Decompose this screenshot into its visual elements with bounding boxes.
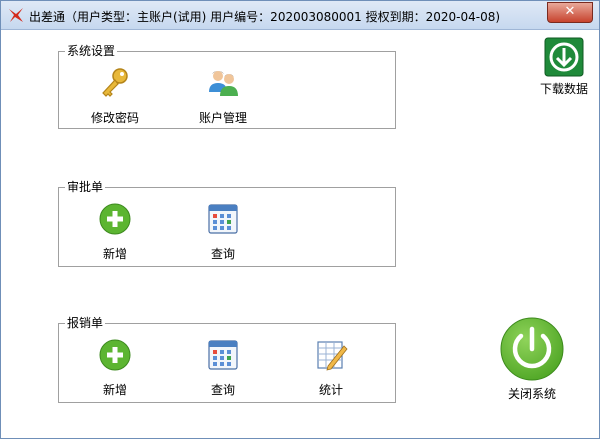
window-title: 出差通（用户类型：主账户(试用) 用户编号：202003080001 授权到期：… (29, 10, 501, 24)
approval-query-button[interactable]: 查询 (183, 202, 263, 262)
calendar-icon (208, 340, 238, 370)
chart-icon (317, 341, 348, 371)
close-button[interactable]: ✕ (547, 2, 593, 23)
shutdown-label: 关闭系统 (507, 387, 556, 401)
plus-circle-icon (99, 203, 131, 235)
reimbursement-query-label: 查询 (210, 383, 235, 397)
reimbursement-query-button[interactable]: 查询 (183, 338, 263, 398)
system-settings-group: 系统设置 修改密码 账户管理 (58, 43, 396, 129)
download-data-button[interactable]: 下载数据 (537, 37, 591, 97)
change-password-label: 修改密码 (90, 111, 139, 125)
approval-query-label: 查询 (210, 247, 235, 261)
app-logo-icon (9, 8, 23, 22)
shutdown-button[interactable]: 关闭系统 (497, 316, 567, 402)
download-icon (544, 37, 584, 77)
main-window: 出差通（用户类型：主账户(试用) 用户编号：202003080001 授权到期：… (0, 0, 600, 439)
power-icon (500, 317, 564, 381)
account-management-button[interactable]: 账户管理 (183, 66, 263, 126)
reimbursement-title: 报销单 (65, 315, 106, 331)
approval-add-label: 新增 (102, 247, 127, 261)
reimbursement-statistics-button[interactable]: 统计 (291, 338, 371, 398)
reimbursement-statistics-label: 统计 (318, 383, 343, 397)
calendar-icon (208, 204, 238, 234)
approval-title: 审批单 (65, 179, 106, 195)
title-bar[interactable]: 出差通（用户类型：主账户(试用) 用户编号：202003080001 授权到期：… (1, 1, 599, 30)
reimbursement-add-label: 新增 (102, 383, 127, 397)
plus-circle-icon (99, 339, 131, 371)
key-icon (102, 68, 128, 97)
download-data-label: 下载数据 (539, 82, 588, 96)
reimbursement-add-button[interactable]: 新增 (75, 338, 155, 398)
approval-add-button[interactable]: 新增 (75, 202, 155, 262)
reimbursement-group: 报销单 新增 查询 统计 (58, 315, 396, 403)
users-icon (209, 71, 238, 96)
system-settings-title: 系统设置 (65, 43, 118, 59)
account-management-label: 账户管理 (198, 111, 247, 125)
change-password-button[interactable]: 修改密码 (75, 66, 155, 126)
approval-group: 审批单 新增 查询 (58, 179, 396, 267)
